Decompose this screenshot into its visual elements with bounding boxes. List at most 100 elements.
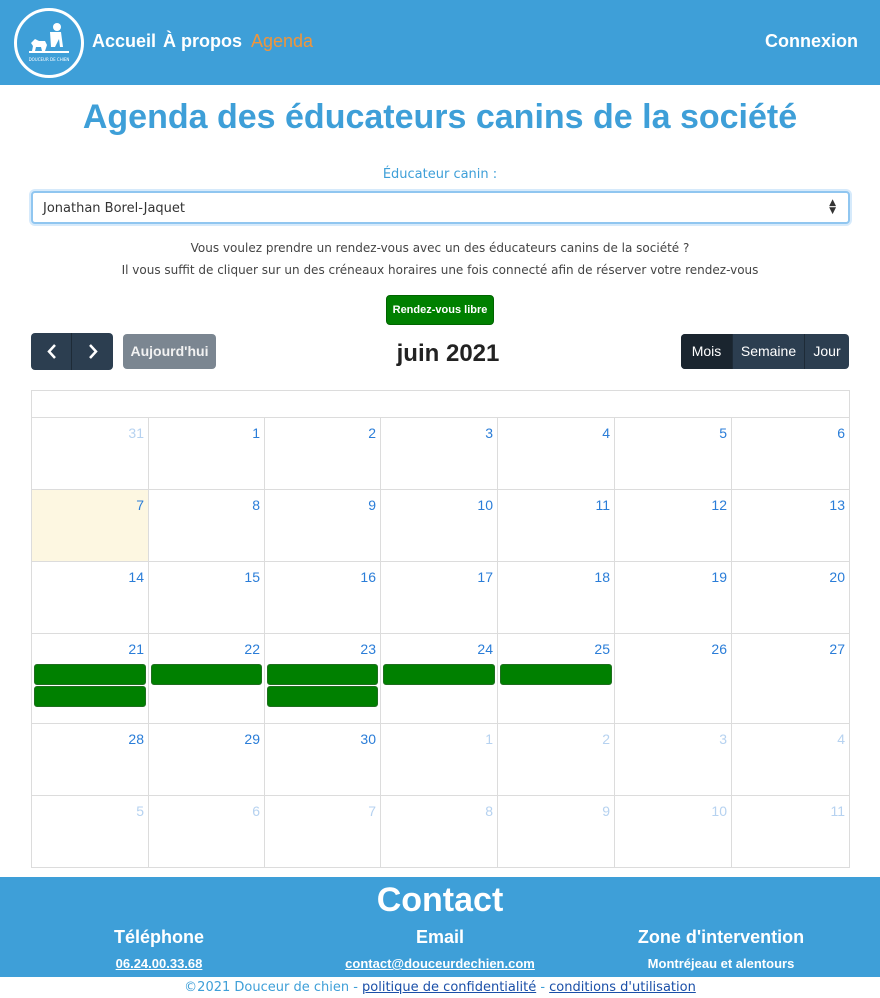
day-cell[interactable]: 1 (148, 418, 264, 489)
day-cell[interactable]: 28 (32, 724, 148, 795)
day-cell[interactable]: 6 (731, 418, 849, 489)
free-appointment-slot[interactable] (34, 686, 146, 707)
day-cell[interactable]: 4 (731, 724, 849, 795)
connexion-link[interactable]: Connexion (765, 31, 858, 52)
email-link[interactable]: contact@douceurdechien.com (340, 956, 540, 971)
today-button[interactable]: Aujourd'hui (123, 334, 216, 369)
day-cell[interactable]: 24 (380, 634, 497, 723)
day-number[interactable]: 28 (128, 731, 144, 747)
next-month-button[interactable] (72, 333, 113, 370)
day-number[interactable]: 11 (830, 803, 845, 819)
day-cell[interactable]: 8 (148, 490, 264, 561)
day-number[interactable]: 29 (244, 731, 260, 747)
day-number[interactable]: 19 (711, 569, 727, 585)
day-cell[interactable]: 11 (497, 490, 614, 561)
day-number[interactable]: 24 (477, 641, 493, 657)
day-number[interactable]: 8 (252, 497, 260, 513)
free-appointment-slot[interactable] (34, 664, 146, 685)
day-cell[interactable]: 18 (497, 562, 614, 633)
day-number[interactable]: 4 (837, 731, 845, 747)
day-cell[interactable]: 29 (148, 724, 264, 795)
day-cell[interactable]: 19 (614, 562, 731, 633)
free-appointment-slot[interactable] (500, 664, 612, 685)
day-number[interactable]: 22 (244, 641, 260, 657)
day-number[interactable]: 12 (711, 497, 727, 513)
day-cell[interactable]: 11 (731, 796, 849, 867)
day-number[interactable]: 5 (136, 803, 144, 819)
day-number[interactable]: 2 (602, 731, 610, 747)
free-appointment-slot[interactable] (151, 664, 262, 685)
day-number[interactable]: 31 (128, 425, 144, 441)
day-number[interactable]: 3 (719, 731, 727, 747)
day-cell[interactable]: 1 (380, 724, 497, 795)
day-number[interactable]: 16 (360, 569, 376, 585)
day-cell[interactable]: 3 (614, 724, 731, 795)
nav-link-agenda[interactable]: Agenda (251, 31, 313, 52)
day-number[interactable]: 13 (829, 497, 845, 513)
phone-link[interactable]: 06.24.00.33.68 (59, 956, 259, 971)
nav-link-accueil[interactable]: Accueil (92, 31, 156, 52)
day-cell[interactable]: 22 (148, 634, 264, 723)
day-cell[interactable]: 2 (497, 724, 614, 795)
free-appointment-slot[interactable] (267, 664, 378, 685)
day-cell[interactable]: 6 (148, 796, 264, 867)
day-cell[interactable]: 14 (32, 562, 148, 633)
day-number[interactable]: 26 (711, 641, 727, 657)
day-cell[interactable]: 3 (380, 418, 497, 489)
day-cell[interactable]: 7 (264, 796, 380, 867)
day-number[interactable]: 30 (360, 731, 376, 747)
nav-link-a-propos[interactable]: À propos (163, 31, 242, 52)
day-cell[interactable]: 9 (497, 796, 614, 867)
day-number[interactable]: 21 (128, 641, 144, 657)
educator-select[interactable]: Jonathan Borel-Jaquet ▲ ▼ (31, 191, 850, 224)
privacy-policy-link[interactable]: politique de confidentialité (362, 980, 536, 995)
day-cell[interactable]: 16 (264, 562, 380, 633)
day-cell[interactable]: 5 (32, 796, 148, 867)
day-number[interactable]: 7 (136, 497, 144, 513)
day-cell[interactable]: 4 (497, 418, 614, 489)
day-number[interactable]: 9 (368, 497, 376, 513)
day-cell[interactable]: 9 (264, 490, 380, 561)
day-cell[interactable]: 21 (32, 634, 148, 723)
day-cell[interactable]: 26 (614, 634, 731, 723)
free-appointment-slot[interactable] (267, 686, 378, 707)
day-cell[interactable]: 2 (264, 418, 380, 489)
day-number[interactable]: 2 (368, 425, 376, 441)
day-number[interactable]: 25 (594, 641, 610, 657)
day-cell[interactable]: 25 (497, 634, 614, 723)
day-number[interactable]: 15 (244, 569, 260, 585)
day-number[interactable]: 17 (477, 569, 493, 585)
day-cell[interactable]: 13 (731, 490, 849, 561)
view-day-button[interactable]: Jour (804, 334, 849, 369)
day-number[interactable]: 1 (485, 731, 493, 747)
day-number[interactable]: 23 (360, 641, 376, 657)
day-cell[interactable]: 30 (264, 724, 380, 795)
day-cell[interactable]: 15 (148, 562, 264, 633)
day-number[interactable]: 3 (485, 425, 493, 441)
day-cell[interactable]: 31 (32, 418, 148, 489)
day-cell[interactable]: 10 (380, 490, 497, 561)
site-logo[interactable]: DOUCEUR DE CHIEN (14, 8, 84, 78)
day-cell[interactable]: 20 (731, 562, 849, 633)
day-number[interactable]: 6 (252, 803, 260, 819)
day-number[interactable]: 20 (829, 569, 845, 585)
day-number[interactable]: 18 (594, 569, 610, 585)
day-number[interactable]: 5 (719, 425, 727, 441)
free-appointment-slot[interactable] (383, 664, 495, 685)
view-month-button[interactable]: Mois (681, 334, 732, 369)
day-number[interactable]: 8 (485, 803, 493, 819)
day-number[interactable]: 7 (368, 803, 376, 819)
view-week-button[interactable]: Semaine (732, 334, 804, 369)
day-cell[interactable]: 27 (731, 634, 849, 723)
day-cell[interactable]: 23 (264, 634, 380, 723)
day-cell[interactable]: 5 (614, 418, 731, 489)
day-cell[interactable]: 7 (32, 490, 148, 561)
day-number[interactable]: 9 (602, 803, 610, 819)
day-cell[interactable]: 10 (614, 796, 731, 867)
day-cell[interactable]: 12 (614, 490, 731, 561)
day-number[interactable]: 10 (711, 803, 727, 819)
terms-link[interactable]: conditions d'utilisation (549, 980, 696, 995)
day-number[interactable]: 4 (602, 425, 610, 441)
day-number[interactable]: 11 (595, 497, 610, 513)
day-number[interactable]: 6 (837, 425, 845, 441)
